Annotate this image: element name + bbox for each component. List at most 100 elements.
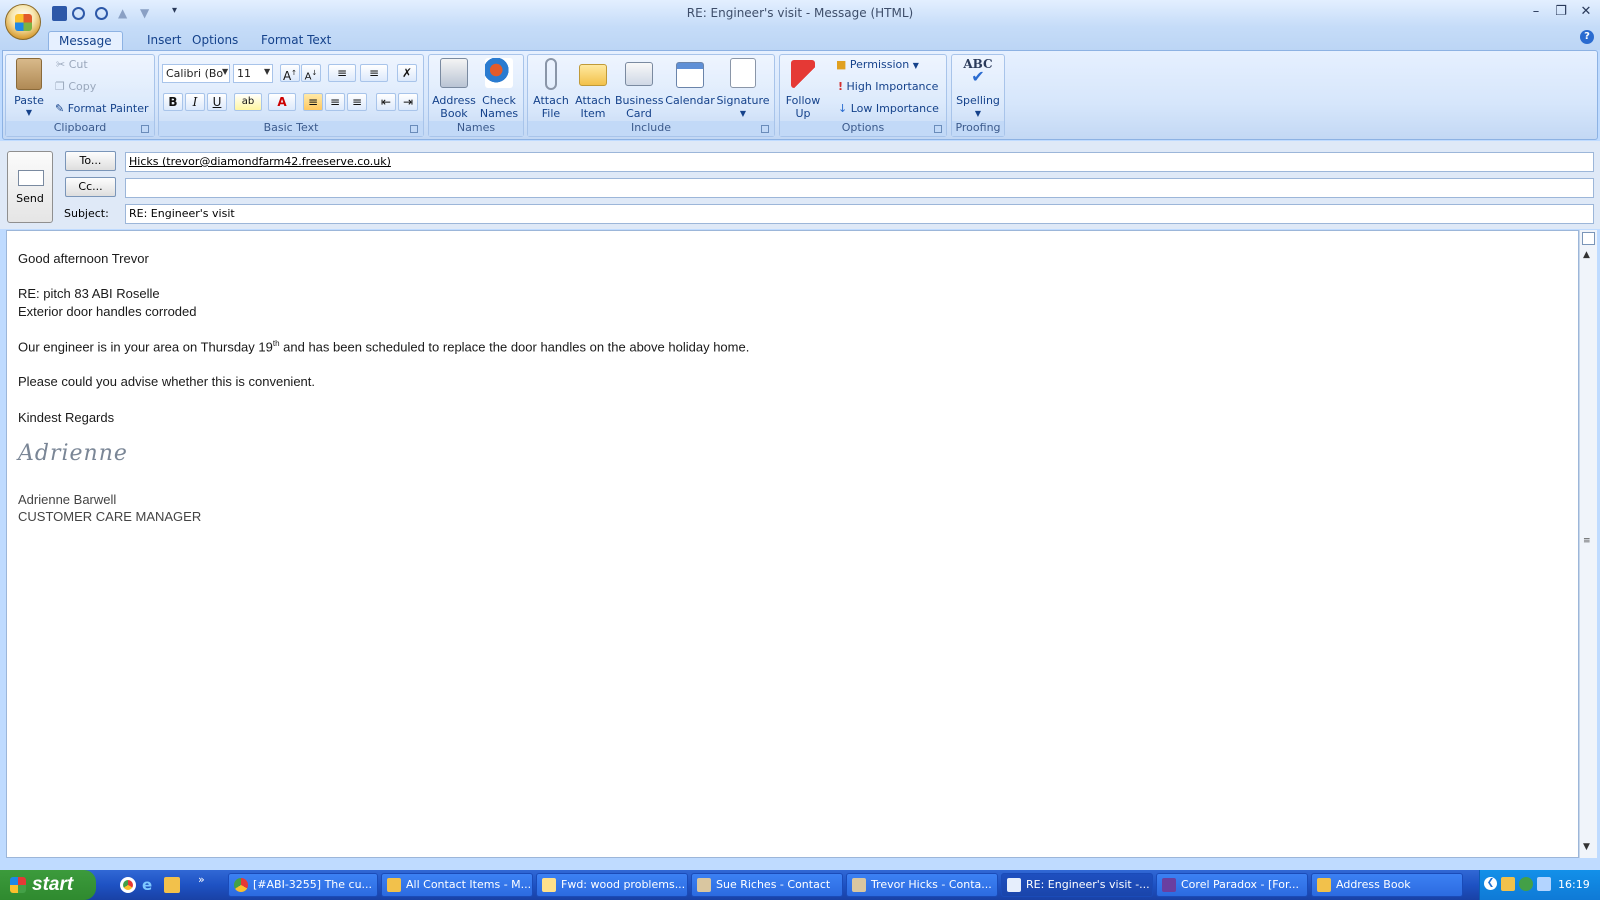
calendar-button[interactable]: Calendar xyxy=(665,58,715,120)
body-text-part1: Our engineer is in your area on Thursday… xyxy=(18,339,273,355)
tab-options[interactable]: Options xyxy=(182,31,248,50)
clipboard-icon xyxy=(16,58,42,90)
clear-formatting-icon[interactable]: ✗ xyxy=(397,64,417,82)
ruler-toggle-icon[interactable] xyxy=(1582,232,1595,245)
taskbar-item-abi-3255[interactable]: [#ABI-3255] The cu... xyxy=(228,873,378,897)
outlook-quicklaunch-icon[interactable] xyxy=(164,877,180,893)
bold-icon[interactable]: B xyxy=(163,93,183,111)
taskbar-item-address-book[interactable]: Address Book xyxy=(1311,873,1463,897)
cut-button[interactable]: ✂ Cut xyxy=(56,58,88,71)
outlook-icon xyxy=(387,878,401,892)
taskbar-item-trevor-hicks[interactable]: Trevor Hicks - Conta... xyxy=(846,873,998,897)
permission-button[interactable]: ■ Permission ▼ xyxy=(836,58,919,71)
quicklaunch-expand-icon[interactable]: » xyxy=(198,873,205,886)
basic-text-launcher-icon[interactable] xyxy=(410,125,418,133)
include-launcher-icon[interactable] xyxy=(761,125,769,133)
to-field[interactable]: Hicks (trevor@diamondfarm42.freeserve.co… xyxy=(125,152,1594,172)
restore-icon[interactable]: ❐ xyxy=(1551,4,1571,20)
outlook-tray-icon[interactable] xyxy=(1501,877,1515,891)
paste-button[interactable]: Paste ▼ xyxy=(12,58,46,118)
close-icon[interactable]: ✕ xyxy=(1576,4,1596,20)
business-card-button[interactable]: Business Card xyxy=(615,58,664,124)
taskbar-item-label: Fwd: wood problems... xyxy=(561,878,686,891)
body-paragraph: Our engineer is in your area on Thursday… xyxy=(18,339,749,354)
check-names-label-1: Check xyxy=(482,94,516,107)
scroll-up-icon[interactable]: ▲ xyxy=(1583,250,1590,260)
taskbar-item-corel-paradox[interactable]: Corel Paradox - [For... xyxy=(1156,873,1308,897)
low-importance-button[interactable]: ↓ Low Importance xyxy=(838,102,939,115)
underline-icon[interactable]: U xyxy=(207,93,227,111)
numbering-icon[interactable]: ≡ xyxy=(360,64,388,82)
tray-expand-icon[interactable]: ❮ xyxy=(1484,877,1497,890)
spelling-button[interactable]: ABC ✔ Spelling ▼ xyxy=(954,58,1002,124)
to-button[interactable]: To... xyxy=(65,151,116,171)
chrome-quicklaunch-icon[interactable] xyxy=(120,877,136,893)
tab-message[interactable]: Message xyxy=(48,31,123,51)
cc-button[interactable]: Cc... xyxy=(65,177,116,197)
paradox-icon xyxy=(1162,878,1176,892)
attach-item-button[interactable]: Attach Item xyxy=(573,58,613,120)
high-importance-button[interactable]: ! High Importance xyxy=(838,80,938,93)
paintbrush-icon: ✎ xyxy=(55,102,65,115)
align-left-icon[interactable]: ≡ xyxy=(303,93,323,111)
taskbar-item-engineers-visit[interactable]: RE: Engineer's visit -... xyxy=(1001,873,1153,897)
font-color-icon[interactable]: A xyxy=(268,93,296,111)
copy-icon: ❐ xyxy=(55,80,65,93)
signature-button[interactable]: Signature ▼ xyxy=(716,58,770,124)
clock[interactable]: 16:19 xyxy=(1558,878,1590,891)
business-card-label-1: Business xyxy=(615,94,664,107)
mail-icon xyxy=(1007,878,1021,892)
shrink-font-icon[interactable]: A↓ xyxy=(301,64,321,82)
highlight-icon[interactable]: ab xyxy=(234,93,262,111)
network-tray-icon[interactable] xyxy=(1537,877,1551,891)
permission-label: Permission xyxy=(849,58,910,71)
to-recipient[interactable]: Hicks (trevor@diamondfarm42.freeserve.co… xyxy=(129,155,391,168)
names-group-label: Names xyxy=(429,121,523,136)
attach-file-button[interactable]: Attach File xyxy=(531,58,571,120)
address-book-button[interactable]: Address Book xyxy=(432,58,476,120)
font-name-combo[interactable]: Calibri (Bo xyxy=(162,64,230,83)
subject-field[interactable]: RE: Engineer's visit xyxy=(125,204,1594,224)
address-book-icon xyxy=(440,58,468,88)
help-icon[interactable]: ? xyxy=(1580,30,1594,44)
scroll-down-icon[interactable]: ▼ xyxy=(1583,842,1590,852)
attach-item-label-2: Item xyxy=(580,107,606,120)
taskbar-item-all-contacts[interactable]: All Contact Items - M... xyxy=(381,873,533,897)
grow-font-icon[interactable]: A↑ xyxy=(280,64,300,83)
follow-up-label-1: Follow xyxy=(785,94,821,107)
taskbar-item-sue-riches[interactable]: Sue Riches - Contact xyxy=(691,873,843,897)
signer-name: Adrienne Barwell xyxy=(18,492,117,507)
copy-button[interactable]: ❐ Copy xyxy=(55,80,96,93)
ie-quicklaunch-icon[interactable]: e xyxy=(142,877,158,893)
align-center-icon[interactable]: ≡ xyxy=(325,93,345,111)
message-body[interactable]: Good afternoon Trevor RE: pitch 83 ABI R… xyxy=(6,230,1579,858)
scroll-thumb-grip-icon[interactable]: ≡ xyxy=(1583,536,1591,546)
increase-indent-icon[interactable]: ⇥ xyxy=(398,93,418,111)
copy-label: Copy xyxy=(68,80,97,93)
bullets-icon[interactable]: ≡ xyxy=(328,64,356,82)
chrome-icon xyxy=(234,878,248,892)
clipboard-launcher-icon[interactable] xyxy=(141,125,149,133)
taskbar-item-fwd-wood[interactable]: Fwd: wood problems... xyxy=(536,873,688,897)
start-button[interactable]: start xyxy=(0,870,96,900)
security-tray-icon[interactable] xyxy=(1519,877,1533,891)
follow-up-button[interactable]: Follow Up xyxy=(783,58,823,124)
send-button[interactable]: Send xyxy=(7,151,53,223)
check-names-icon xyxy=(485,58,513,88)
spelling-label: Spelling xyxy=(956,94,1000,107)
align-right-icon[interactable]: ≡ xyxy=(347,93,367,111)
vertical-scrollbar[interactable]: ▲ ≡ ▼ xyxy=(1579,230,1597,858)
italic-icon[interactable]: I xyxy=(185,93,205,111)
format-painter-button[interactable]: ✎ Format Painter xyxy=(55,102,149,115)
office-button[interactable] xyxy=(5,4,41,40)
check-names-button[interactable]: Check Names xyxy=(477,58,521,120)
cc-field[interactable] xyxy=(125,178,1594,198)
font-size-dropdown-icon[interactable]: ▼ xyxy=(264,67,270,76)
font-name-dropdown-icon[interactable]: ▼ xyxy=(222,67,228,76)
minimize-icon[interactable]: – xyxy=(1526,4,1546,20)
address-book-label-2: Book xyxy=(440,107,468,120)
options-launcher-icon[interactable] xyxy=(934,125,942,133)
tab-format-text[interactable]: Format Text xyxy=(251,31,341,50)
decrease-indent-icon[interactable]: ⇤ xyxy=(376,93,396,111)
attach-file-label-2: File xyxy=(541,107,561,120)
